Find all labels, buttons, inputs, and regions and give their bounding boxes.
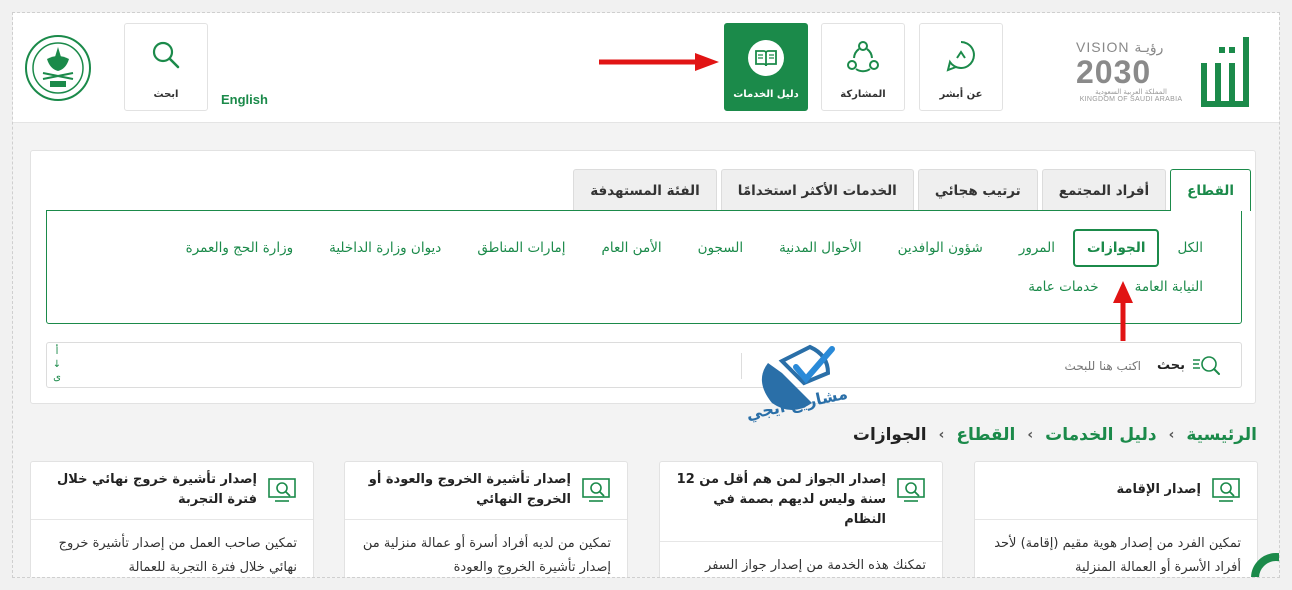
- service-search-icon: [1212, 478, 1240, 502]
- card-title[interactable]: إصدار الإقامة: [989, 480, 1201, 500]
- filter-panel: القطاع أفراد المجتمع ترتيب هجائي الخدمات…: [30, 150, 1256, 404]
- card-header: إصدار تأشيرة خروج نهائي خلال فترة التجرب…: [31, 462, 313, 520]
- nav-search-label: ابحث: [153, 89, 179, 100]
- alpha-top-letter: أ: [55, 346, 59, 357]
- nav-search[interactable]: ابحث: [124, 23, 208, 111]
- page-frame: VISION رؤيـة 2030 المملكة العربية السعود…: [12, 12, 1280, 578]
- nav-participation-label: المشاركة: [840, 89, 886, 100]
- chevron-left-icon: ‹: [938, 427, 945, 443]
- service-search-icon: [268, 478, 296, 502]
- chevron-left-icon: ‹: [1168, 427, 1175, 443]
- card-header: إصدار الجواز لمن هم أقل من 12 سنة وليس ل…: [660, 462, 942, 542]
- service-card[interactable]: إصدار تأشيرة خروج نهائي خلال فترة التجرب…: [30, 461, 314, 577]
- category-civil-affairs[interactable]: الأحوال المدنية: [761, 230, 879, 266]
- card-title[interactable]: إصدار الجواز لمن هم أقل من 12 سنة وليس ل…: [674, 470, 886, 530]
- category-all[interactable]: الكل: [1159, 230, 1221, 266]
- card-title[interactable]: إصدار تأشيرة الخروج والعودة أو الخروج ال…: [359, 470, 571, 510]
- tab-target-group[interactable]: الفئة المستهدفة: [573, 169, 717, 211]
- alpha-arrow: ↓: [52, 359, 62, 370]
- category-traffic[interactable]: المرور: [1001, 230, 1073, 266]
- category-expat-affairs[interactable]: شؤون الوافدين: [880, 230, 1001, 266]
- filter-tabs: القطاع أفراد المجتمع ترتيب هجائي الخدمات…: [573, 169, 1251, 211]
- category-prisons[interactable]: السجون: [680, 230, 762, 266]
- breadcrumb-sector[interactable]: القطاع: [956, 425, 1015, 445]
- vision-2030-logo: VISION رؤيـة 2030 المملكة العربية السعود…: [1076, 39, 1186, 109]
- category-passports[interactable]: الجوازات: [1072, 229, 1160, 267]
- card-description: تمكنك هذه الخدمة من إصدار جواز السفر: [705, 558, 926, 573]
- chat-bubble-icon: [946, 41, 975, 72]
- service-card[interactable]: إصدار الجواز لمن هم أقل من 12 سنة وليس ل…: [659, 461, 943, 577]
- card-header: إصدار تأشيرة الخروج والعودة أو الخروج ال…: [345, 462, 627, 520]
- breadcrumb-services-guide[interactable]: دليل الخدمات: [1045, 425, 1156, 445]
- service-card[interactable]: إصدار الإقامة تمكين الفرد من إصدار هوية …: [974, 461, 1258, 577]
- search-icon: [152, 41, 180, 69]
- vision-year: 2030: [1076, 54, 1152, 90]
- category-hajj-umrah[interactable]: وزارة الحج والعمرة: [168, 230, 311, 266]
- nav-participation[interactable]: المشاركة: [821, 23, 905, 111]
- category-general-services[interactable]: خدمات عامة: [1010, 269, 1116, 305]
- chevron-left-icon: ‹: [1027, 427, 1034, 443]
- card-description: تمكين الفرد من إصدار هوية مقيم (إقامة) ل…: [994, 536, 1241, 575]
- search-label: بحث: [1156, 358, 1185, 373]
- search-services-icon: [1193, 356, 1220, 375]
- ministry-emblem-icon[interactable]: [23, 33, 93, 103]
- category-public-security[interactable]: الأمن العام: [584, 230, 680, 266]
- english-language-link[interactable]: English: [221, 92, 268, 107]
- tab-most-used[interactable]: الخدمات الأكثر استخدامًا: [720, 169, 914, 211]
- breadcrumb: الرئيسية ‹ دليل الخدمات ‹ القطاع ‹ الجوا…: [853, 425, 1257, 445]
- card-description: تمكين من لديه أفراد أسرة أو عمالة منزلية…: [362, 536, 611, 575]
- nav-about-absher[interactable]: عن أبشر: [919, 23, 1003, 111]
- nav-services-guide-label: دليل الخدمات: [733, 89, 799, 100]
- alphabet-sort-toggle[interactable]: أ ↓ ى: [51, 345, 63, 384]
- service-search-box: بحث أ ↓ ى: [46, 342, 1242, 388]
- watermark-logo-icon: مشاريع ايجي: [744, 344, 849, 425]
- card-title[interactable]: إصدار تأشيرة خروج نهائي خلال فترة التجرب…: [45, 470, 257, 510]
- open-book-icon: [748, 40, 784, 76]
- breadcrumb-home[interactable]: الرئيسية: [1186, 425, 1257, 445]
- category-moi-diwan[interactable]: ديوان وزارة الداخلية: [311, 230, 459, 266]
- vision-english: KINGDOM OF SAUDI ARABIA: [1079, 96, 1183, 103]
- tab-alphabetical[interactable]: ترتيب هجائي: [917, 169, 1038, 211]
- category-region-emirates[interactable]: إمارات المناطق: [459, 230, 583, 266]
- annotation-arrow-right-icon: [599, 53, 719, 71]
- card-description: تمكين صاحب العمل من إصدار تأشيرة خروج نه…: [58, 536, 297, 575]
- absher-logo-icon[interactable]: [1199, 35, 1251, 109]
- service-search-icon: [582, 478, 610, 502]
- card-header: إصدار الإقامة: [975, 462, 1257, 520]
- tab-community-members[interactable]: أفراد المجتمع: [1041, 169, 1167, 211]
- annotation-arrow-up-icon: [1113, 281, 1133, 341]
- nav-about-label: عن أبشر: [939, 89, 983, 100]
- tab-sector[interactable]: القطاع: [1170, 169, 1251, 211]
- alpha-bottom-letter: ى: [53, 372, 61, 383]
- share-network-icon: [847, 41, 879, 73]
- nav-services-guide[interactable]: دليل الخدمات: [724, 23, 808, 111]
- service-card[interactable]: إصدار تأشيرة الخروج والعودة أو الخروج ال…: [344, 461, 628, 577]
- breadcrumb-current: الجوازات: [852, 425, 927, 445]
- sector-categories: الكل الجوازات المرور شؤون الوافدين الأحو…: [46, 210, 1242, 324]
- service-search-icon: [897, 478, 925, 502]
- category-row-1: الكل الجوازات المرور شؤون الوافدين الأحو…: [168, 229, 1221, 267]
